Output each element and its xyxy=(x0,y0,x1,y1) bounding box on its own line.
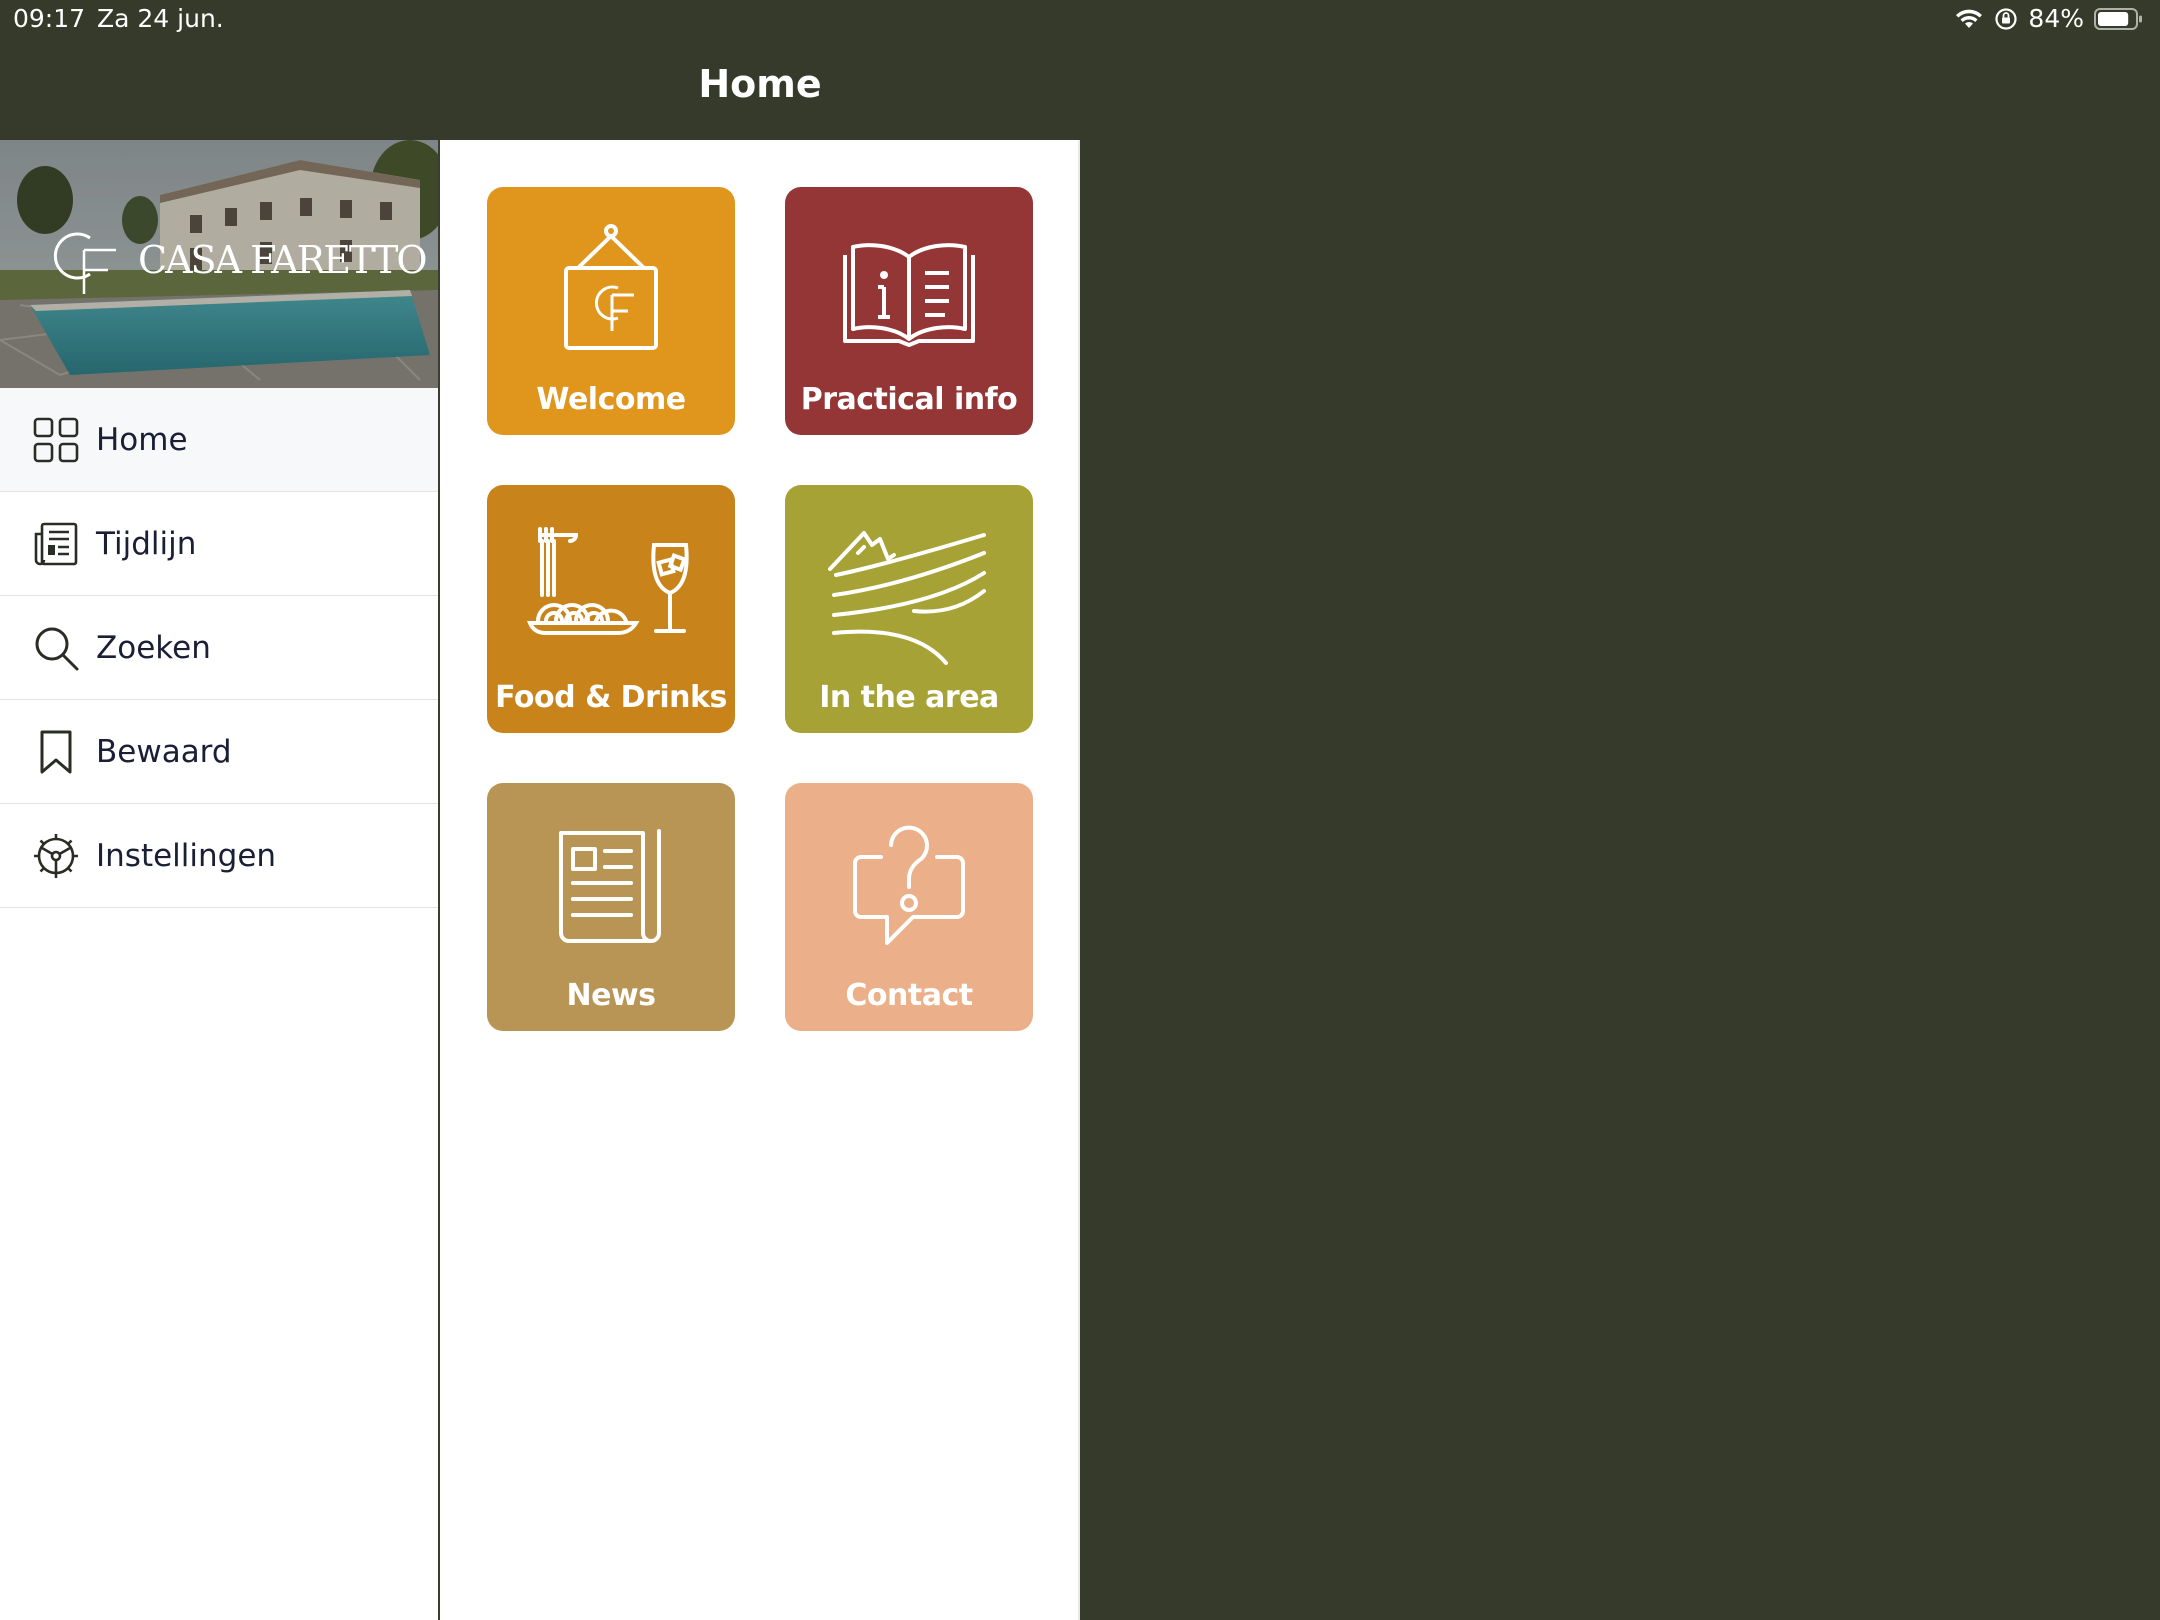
home-content: Welcome Practical info Food & Drinks In … xyxy=(440,140,1080,1620)
hero-banner: CASA FARETTO xyxy=(0,140,438,388)
tile-welcome[interactable]: Welcome xyxy=(487,187,735,435)
status-time: 09:17 xyxy=(13,4,86,33)
tile-contact[interactable]: Contact xyxy=(785,783,1033,1031)
news-icon xyxy=(559,829,661,943)
status-indicators: 84% xyxy=(1954,4,2144,33)
landscape-icon xyxy=(828,531,986,665)
status-date: Za 24 jun. xyxy=(97,4,224,33)
wifi-icon xyxy=(1956,9,1983,28)
sidebar-item-label: Tijdlijn xyxy=(96,525,197,562)
battery-percent: 84% xyxy=(2028,4,2084,33)
tile-food-drinks[interactable]: Food & Drinks xyxy=(487,485,735,733)
sidebar-item-label: Instellingen xyxy=(96,837,277,874)
sidebar-menu: Home Tijdlijn Zoeken Bewaard Instellinge… xyxy=(0,388,438,908)
status-bar: 09:17 Za 24 jun. 84% xyxy=(0,0,2160,40)
sidebar: CASA FARETTO Home Tijdlijn Zoeken Bewaar… xyxy=(0,140,438,1620)
sidebar-item-instellingen[interactable]: Instellingen xyxy=(0,804,438,908)
content-border xyxy=(1078,140,1080,1620)
orientation-lock-icon xyxy=(1995,7,2018,30)
tile-practical-info[interactable]: Practical info xyxy=(785,187,1033,435)
contact-question-icon xyxy=(853,825,965,945)
tile-in-the-area[interactable]: In the area xyxy=(785,485,1033,733)
sidebar-item-label: Bewaard xyxy=(96,733,232,770)
food-drinks-icon xyxy=(527,527,689,635)
newspaper-icon xyxy=(34,522,78,565)
sidebar-item-zoeken[interactable]: Zoeken xyxy=(0,596,438,700)
tile-label: In the area xyxy=(819,680,999,715)
welcome-sign-icon xyxy=(564,224,658,350)
sidebar-item-home[interactable]: Home xyxy=(0,388,438,492)
gear-icon xyxy=(34,833,78,878)
tile-label: Contact xyxy=(845,978,973,1013)
sidebar-item-label: Home xyxy=(96,421,188,458)
info-book-icon xyxy=(843,243,975,347)
bookmark-icon xyxy=(40,730,72,773)
battery-icon xyxy=(2094,7,2142,30)
sidebar-item-bewaard[interactable]: Bewaard xyxy=(0,700,438,804)
tile-label: Food & Drinks xyxy=(495,680,727,715)
tile-news[interactable]: News xyxy=(487,783,735,1031)
tile-label: Practical info xyxy=(800,382,1018,417)
casa-faretto-logo-icon xyxy=(53,232,116,294)
brand-name: CASA FARETTO xyxy=(138,238,427,282)
sidebar-item-label: Zoeken xyxy=(96,629,211,666)
tile-label: Welcome xyxy=(536,382,686,417)
grid-icon xyxy=(33,417,79,462)
sidebar-item-tijdlijn[interactable]: Tijdlijn xyxy=(0,492,438,596)
search-icon xyxy=(35,627,79,670)
page-title: Home xyxy=(698,62,822,106)
tile-label: News xyxy=(566,978,656,1013)
